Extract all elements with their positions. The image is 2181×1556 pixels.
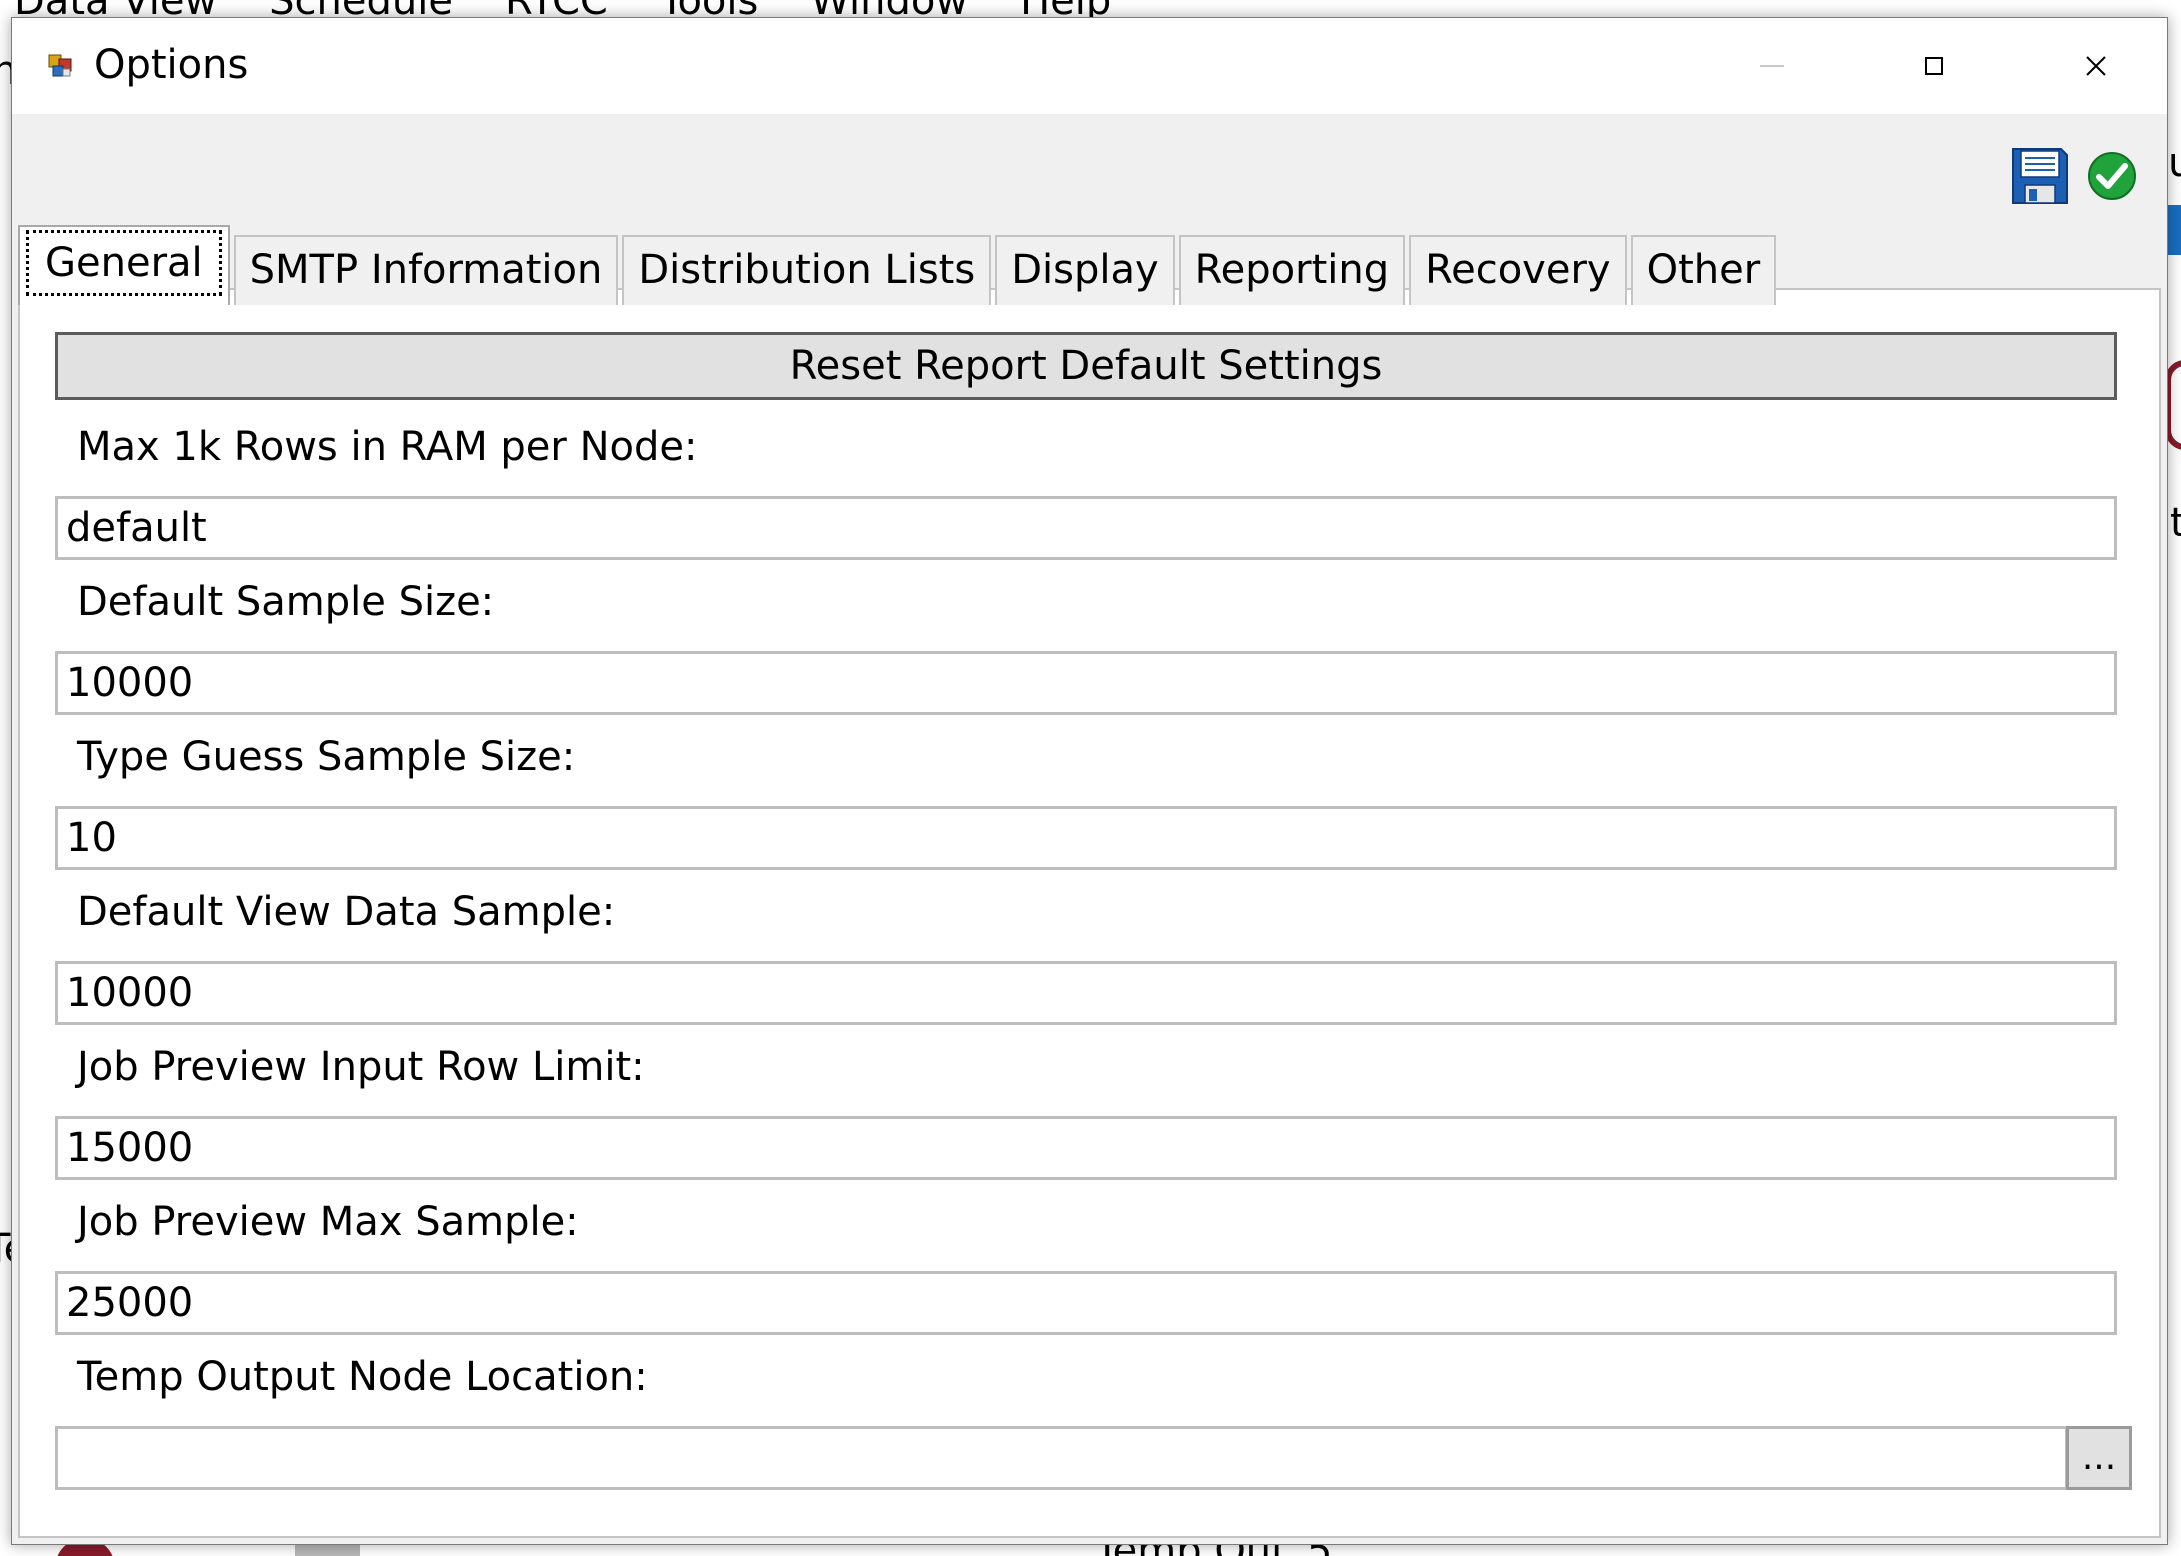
- tab-display[interactable]: Display: [995, 235, 1175, 305]
- job-preview-max-sample-label: Job Preview Max Sample:: [77, 1199, 579, 1245]
- floppy-disk-icon[interactable]: [2011, 147, 2069, 205]
- bg-menu-item[interactable]: Help: [1020, 0, 1111, 24]
- tab-recovery[interactable]: Recovery: [1409, 235, 1627, 305]
- maximize-button[interactable]: [1854, 18, 2014, 114]
- bg-menu-item[interactable]: Data View: [14, 0, 217, 24]
- bg-edge-text: u: [2168, 140, 2181, 186]
- close-icon: [2086, 56, 2106, 76]
- browse-button[interactable]: ...: [2066, 1426, 2132, 1490]
- max-rows-label: Max 1k Rows in RAM per Node:: [77, 424, 698, 470]
- default-view-data-sample-input[interactable]: [55, 961, 2117, 1025]
- job-preview-input-row-limit-label: Job Preview Input Row Limit:: [77, 1044, 645, 1090]
- reset-report-defaults-button[interactable]: Reset Report Default Settings: [55, 332, 2117, 400]
- tab-reporting[interactable]: Reporting: [1178, 235, 1406, 305]
- options-dialog: Options General SMTP Information Distrib…: [11, 17, 2168, 1545]
- bg-menu-item[interactable]: Schedule: [269, 0, 453, 24]
- bg-scroll-accent: [2168, 205, 2181, 255]
- bg-edge-text: t: [2170, 500, 2181, 546]
- minimize-icon: [1760, 65, 1784, 67]
- background-menubar: Data View Schedule RTCC Tools Window Hel…: [0, 0, 1111, 24]
- tab-distribution-lists[interactable]: Distribution Lists: [622, 235, 992, 305]
- temp-output-node-location-label: Temp Output Node Location:: [77, 1354, 648, 1400]
- tab-strip: General SMTP Information Distribution Li…: [18, 213, 1780, 305]
- tab-other[interactable]: Other: [1630, 235, 1777, 305]
- max-rows-input[interactable]: [55, 496, 2117, 560]
- bg-menu-item[interactable]: RTCC: [505, 0, 608, 24]
- bg-menu-item[interactable]: Tools: [660, 0, 759, 24]
- type-guess-sample-size-label: Type Guess Sample Size:: [77, 734, 576, 780]
- options-app-icon: [48, 54, 72, 77]
- tab-smtp-information[interactable]: SMTP Information: [233, 235, 619, 305]
- type-guess-sample-size-input[interactable]: [55, 806, 2117, 870]
- tab-general[interactable]: General: [18, 225, 230, 305]
- window-title: Options: [94, 42, 249, 88]
- tab-label: General: [26, 230, 222, 296]
- close-button[interactable]: [2016, 18, 2167, 114]
- default-view-data-sample-label: Default View Data Sample:: [77, 889, 616, 935]
- maximize-icon: [1925, 57, 1943, 75]
- job-preview-max-sample-input[interactable]: [55, 1271, 2117, 1335]
- toolbar: [12, 114, 2167, 222]
- default-sample-size-input[interactable]: [55, 651, 2117, 715]
- job-preview-input-row-limit-input[interactable]: [55, 1116, 2117, 1180]
- title-bar[interactable]: Options: [12, 18, 2167, 114]
- temp-output-node-location-input[interactable]: [55, 1426, 2068, 1490]
- bg-menu-item[interactable]: Window: [810, 0, 968, 24]
- green-check-icon[interactable]: [2087, 151, 2137, 201]
- default-sample-size-label: Default Sample Size:: [77, 579, 495, 625]
- minimize-button[interactable]: [1692, 18, 1852, 114]
